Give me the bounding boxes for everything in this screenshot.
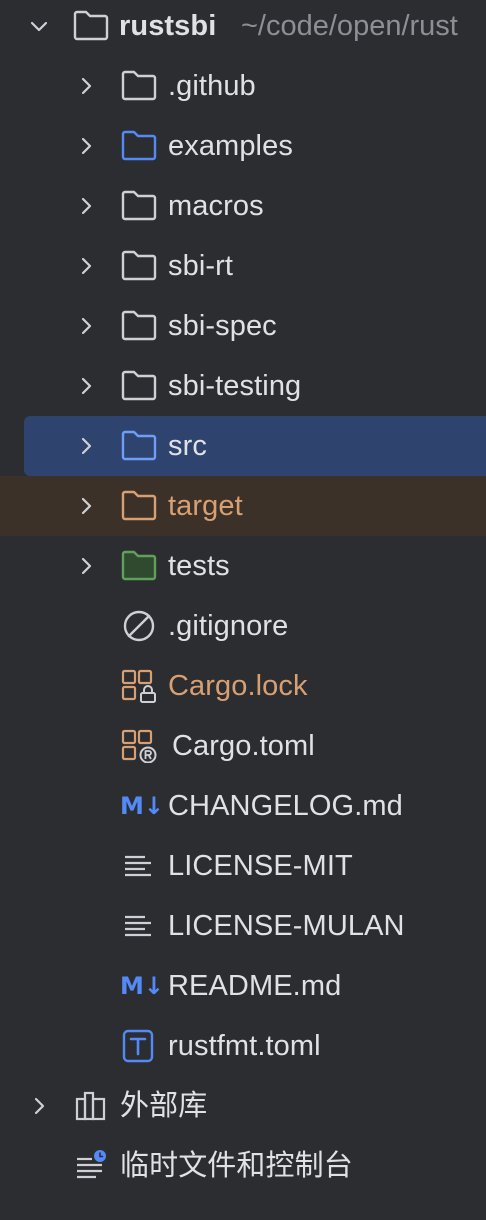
project-name: rustsbi: [119, 10, 217, 42]
chevron-right-icon[interactable]: [74, 314, 98, 338]
folder-excluded-icon: [121, 490, 157, 521]
tree-row-changelog[interactable]: M↓ CHANGELOG.md: [0, 776, 486, 836]
tree-row-readme[interactable]: M↓ README.md: [0, 956, 486, 1016]
tree-item-label: examples: [168, 130, 293, 162]
chevron-right-icon[interactable]: [74, 434, 98, 458]
tree-row-sbi-spec[interactable]: sbi-spec: [0, 296, 486, 356]
folder-icon: [121, 190, 157, 221]
tree-row-tests[interactable]: tests: [0, 536, 486, 596]
tree-row-rustfmt[interactable]: rustfmt.toml: [0, 1016, 486, 1076]
tree-item-label: rustfmt.toml: [168, 1030, 321, 1062]
tree-item-label: .gitignore: [168, 610, 289, 642]
chevron-right-icon[interactable]: [74, 134, 98, 158]
tree-item-label: Cargo.toml: [172, 730, 315, 762]
chevron-down-icon[interactable]: [27, 14, 51, 38]
tree-row-external-libraries[interactable]: 外部库: [0, 1076, 486, 1136]
tree-item-label: sbi-rt: [168, 250, 234, 282]
folder-test-icon: [121, 550, 157, 581]
tree-item-label: LICENSE-MULAN: [168, 910, 405, 942]
tree-item-label: macros: [168, 190, 264, 222]
tree-item-label: sbi-spec: [168, 310, 277, 342]
toml-file-icon: [122, 1029, 154, 1063]
folder-icon: [121, 370, 157, 401]
tree-row-sbi-testing[interactable]: sbi-testing: [0, 356, 486, 416]
tree-item-label: CHANGELOG.md: [168, 790, 403, 822]
tree-row-gitignore[interactable]: .gitignore: [0, 596, 486, 656]
tree-row-scratches[interactable]: 临时文件和控制台: [0, 1136, 486, 1196]
tree-item-label: Cargo.lock: [168, 670, 308, 702]
tree-item-label: sbi-testing: [168, 370, 302, 402]
chevron-right-icon[interactable]: [74, 254, 98, 278]
tree-row-target[interactable]: target: [0, 476, 486, 536]
tree-row-license-mulan[interactable]: LICENSE-MULAN: [0, 896, 486, 956]
tree-row-src[interactable]: src: [24, 416, 486, 476]
folder-icon: [121, 310, 157, 341]
folder-source-icon: [121, 430, 157, 461]
markdown-icon: M↓: [120, 972, 164, 1000]
library-icon: [75, 1091, 106, 1121]
text-file-icon: [125, 915, 151, 937]
markdown-icon: M↓: [120, 792, 164, 820]
tree-row-cargo-lock[interactable]: Cargo.lock: [0, 656, 486, 716]
folder-icon: [121, 250, 157, 281]
tree-row-license-mit[interactable]: LICENSE-MIT: [0, 836, 486, 896]
tree-item-label: 临时文件和控制台: [120, 1150, 353, 1182]
tree-row-examples[interactable]: examples: [0, 116, 486, 176]
tree-item-label: 外部库: [120, 1090, 208, 1122]
tree-item-label: tests: [168, 550, 230, 582]
tree-row-github[interactable]: .github: [0, 56, 486, 116]
project-path: ~/code/open/rust: [241, 10, 458, 42]
tree-item-label: src: [168, 430, 207, 462]
ignored-file-icon: [123, 610, 155, 642]
chevron-right-icon[interactable]: [74, 494, 98, 518]
cargo-lock-icon: [121, 669, 156, 703]
tree-item-label: .github: [168, 70, 256, 102]
project-tree: rustsbi ~/code/open/rust .github example…: [0, 0, 486, 1220]
scratches-icon: [77, 1150, 106, 1179]
cargo-toml-icon: [121, 729, 157, 763]
tree-item-label: README.md: [168, 970, 342, 1002]
chevron-right-icon[interactable]: [74, 74, 98, 98]
chevron-right-icon[interactable]: [74, 194, 98, 218]
tree-row-cargo-toml[interactable]: Cargo.toml: [0, 716, 486, 776]
text-file-icon: [125, 855, 151, 877]
tree-item-label: LICENSE-MIT: [168, 850, 353, 882]
tree-item-label: target: [168, 490, 243, 522]
chevron-right-icon[interactable]: [74, 374, 98, 398]
chevron-right-icon[interactable]: [74, 554, 98, 578]
chevron-right-icon[interactable]: [27, 1094, 51, 1118]
folder-icon: [121, 70, 157, 101]
folder-icon: [73, 10, 109, 41]
folder-blue-icon: [121, 130, 157, 161]
tree-row-sbi-rt[interactable]: sbi-rt: [0, 236, 486, 296]
tree-row-macros[interactable]: macros: [0, 176, 486, 236]
tree-row-root[interactable]: rustsbi ~/code/open/rust: [0, 0, 486, 56]
